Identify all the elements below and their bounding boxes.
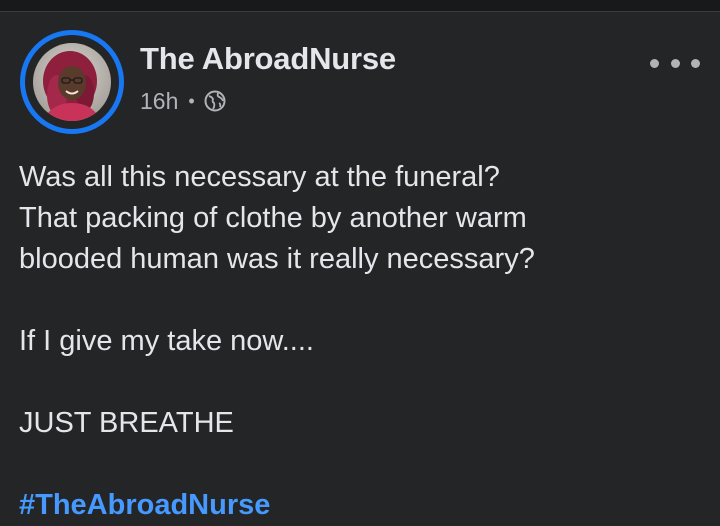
- post-text-line: Was all this necessary at the funeral?: [19, 161, 500, 193]
- post-text-paragraph: JUST BREATHE: [19, 407, 234, 439]
- post-text-line: blooded human was it really necessary?: [19, 243, 535, 275]
- post-timestamp[interactable]: 16h: [140, 88, 178, 115]
- post-meta: 16h •: [140, 86, 226, 116]
- avatar-story-ring[interactable]: [20, 30, 124, 134]
- more-options-icon: [691, 58, 700, 68]
- hashtag-link[interactable]: #TheAbroadNurse: [19, 489, 270, 521]
- more-options-icon: [650, 58, 659, 68]
- meta-separator: •: [188, 90, 195, 111]
- more-options-button[interactable]: [650, 50, 700, 76]
- divider: [0, 11, 720, 12]
- avatar[interactable]: [33, 43, 111, 121]
- post-text-paragraph: If I give my take now....: [19, 325, 314, 357]
- post-text: Was all this necessary at the funeral? T…: [19, 157, 709, 526]
- globe-icon[interactable]: [204, 90, 226, 112]
- post-text-line: That packing of clothe by another warm: [19, 202, 527, 234]
- more-options-icon: [670, 58, 680, 68]
- author-name[interactable]: The AbroadNurse: [140, 41, 396, 77]
- top-strip: [0, 0, 720, 11]
- avatar-image: [33, 43, 111, 121]
